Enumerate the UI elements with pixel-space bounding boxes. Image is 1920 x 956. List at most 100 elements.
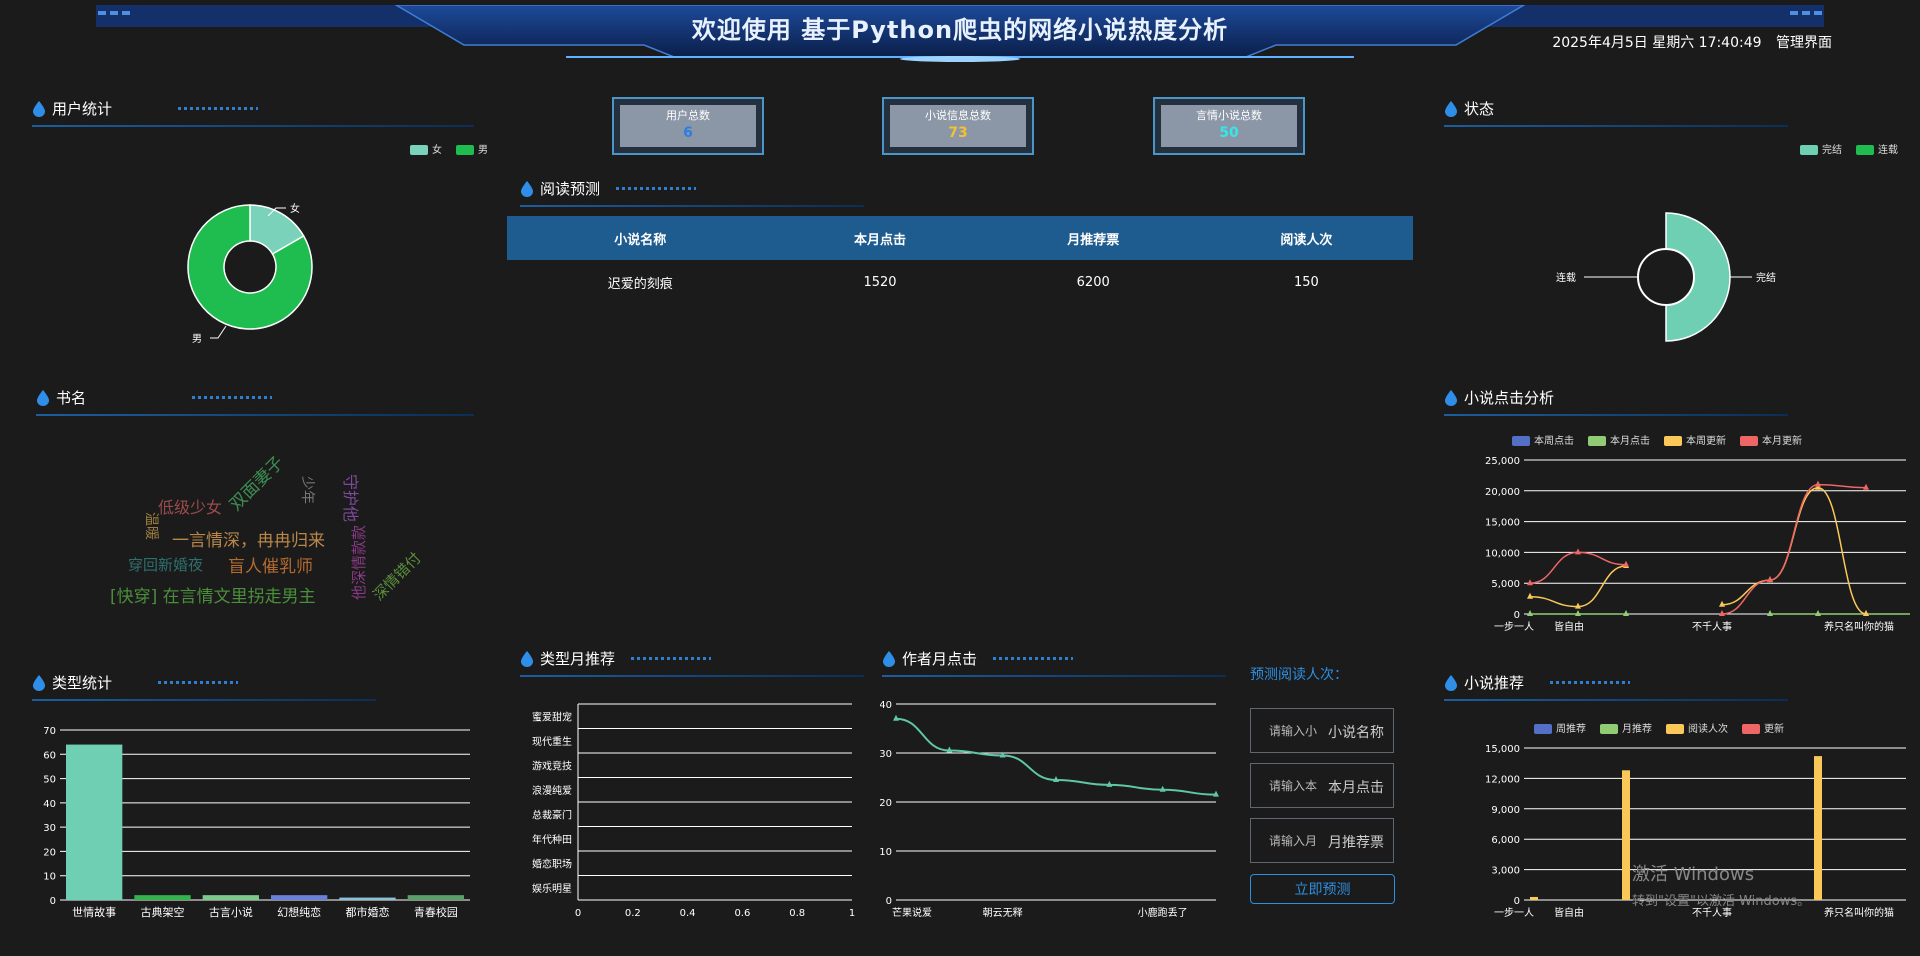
stat-value: 73 — [948, 125, 968, 141]
data-point — [1575, 548, 1581, 555]
legend-item-male[interactable]: 男 — [456, 141, 488, 156]
predict-form-label: 预测阅读人次： — [1250, 667, 1348, 683]
data-point — [1527, 579, 1533, 586]
y-tick-label: 0 — [1514, 896, 1520, 907]
legend-item-female[interactable]: 女 — [410, 141, 442, 156]
section-title: 类型统计 — [52, 674, 113, 692]
recommend-legend: 周推荐 月推荐 阅读人次 更新 — [1534, 720, 1784, 735]
bar — [1622, 770, 1630, 900]
x-tick-label: 朝云无释 — [983, 906, 1023, 919]
stat-label: 言情小说总数 — [1196, 109, 1262, 122]
y-tick-label: 9,000 — [1491, 805, 1520, 816]
drop-icon — [33, 100, 45, 117]
legend-item[interactable]: 本月更新 — [1740, 432, 1802, 447]
type-stats-chart: 0 10 20 30 40 50 60 70 世情故事 古典架空 古言小说 幻想纯恋 都市婚恋 青春校园 — [43, 726, 470, 919]
y-tick-label: 年代种田 — [532, 833, 572, 846]
x-tick-label: 皆自由 — [1554, 906, 1584, 919]
admin-link[interactable]: 管理界面 — [1776, 35, 1832, 51]
y-tick-label: 现代重生 — [532, 735, 572, 748]
y-tick-label: 50 — [43, 775, 56, 786]
legend-item[interactable]: 本周点击 — [1512, 432, 1574, 447]
x-tick-label: 0.4 — [680, 908, 696, 919]
y-tick-label: 总裁豪门 — [532, 808, 572, 821]
click-legend: 本周点击 本月点击 本周更新 本月更新 — [1512, 432, 1802, 447]
stat-label: 小说信息总数 — [925, 109, 991, 122]
dashboard-page: 欢迎使用 基于Python爬虫的网络小说热度分析 2025年4月5日 星期六 1… — [0, 0, 1920, 956]
y-tick-label: 30 — [880, 749, 892, 760]
y-tick-label: 20 — [43, 847, 56, 858]
x-tick-label: 0.8 — [789, 908, 805, 919]
x-tick-label: 一步一人 — [1494, 907, 1534, 919]
predict-table: 小说名称 本月点击 月推荐票 阅读人次 迟爱的刻痕 1520 6200 150 — [507, 216, 1413, 304]
data-point — [1575, 610, 1581, 616]
bar — [407, 895, 464, 900]
data-point — [1815, 480, 1821, 487]
table-cell: 6200 — [1076, 274, 1110, 290]
table-header: 小说名称 — [507, 216, 774, 260]
legend-item[interactable]: 本月点击 — [1588, 432, 1650, 447]
predict-button[interactable]: 立即预测 — [1250, 874, 1395, 904]
word-cloud-item: 少年 — [299, 476, 315, 504]
stat-box-users: 用户总数 6 — [612, 97, 764, 155]
y-tick-label: 0 — [1514, 610, 1520, 621]
table-row: 迟爱的刻痕 1520 6200 150 — [507, 260, 1413, 304]
y-tick-label: 15,000 — [1485, 744, 1520, 755]
data-point — [1527, 592, 1533, 599]
legend-item[interactable]: 周推荐 — [1534, 720, 1586, 735]
stat-value: 50 — [1219, 125, 1239, 141]
legend-item[interactable]: 更新 — [1742, 720, 1784, 735]
x-tick-label: 小鹿跑丢了 — [1138, 906, 1188, 919]
y-tick-label: 40 — [880, 700, 892, 711]
x-tick-label: 古典架空 — [141, 905, 185, 919]
y-tick-label: 5,000 — [1491, 579, 1520, 590]
legend-item-finished[interactable]: 完结 — [1800, 141, 1842, 156]
user-donut-chart: 女男 — [187, 202, 313, 345]
section-type-stats: 类型统计 — [32, 672, 376, 701]
y-tick-label: 60 — [43, 750, 56, 761]
novel-name-input-value: 小说名称 — [1328, 725, 1384, 741]
book-name-word-cloud: 低级少女 双面妻子 少年 守护他 温暖 一言情深，冉冉归来 穿回新婚夜 盲人催乳… — [100, 453, 460, 630]
datetime-text: 2025年4月5日 星期六 17:40:49 — [1552, 35, 1762, 51]
x-tick-label: 青春校园 — [414, 905, 458, 919]
y-tick-label: 3,000 — [1491, 866, 1520, 877]
y-tick-label: 12,000 — [1485, 774, 1520, 785]
legend-item[interactable]: 阅读人次 — [1666, 720, 1728, 735]
stat-box-novels: 小说信息总数 73 — [882, 97, 1034, 155]
y-tick-label: 40 — [43, 799, 56, 810]
x-tick-label: 芒果说爱 — [892, 906, 932, 919]
data-point — [1815, 610, 1821, 616]
word-cloud-item: 盲人催乳师 — [228, 557, 313, 577]
x-tick-label: 0.6 — [734, 908, 750, 919]
slice-label: 连载 — [1556, 271, 1576, 284]
x-tick-label: 0.2 — [625, 908, 641, 919]
x-tick-label: 不千人事 — [1692, 620, 1732, 633]
series-line — [895, 717, 1217, 796]
x-tick-label: 古言小说 — [209, 905, 253, 919]
series-line — [1721, 486, 1867, 615]
bar — [134, 895, 191, 900]
section-status: 状态 — [1444, 98, 1788, 127]
y-tick-label: 10,000 — [1485, 548, 1520, 559]
y-tick-label: 15,000 — [1485, 518, 1520, 529]
y-tick-label: 浪漫纯爱 — [532, 784, 572, 797]
data-point — [1575, 602, 1581, 609]
bar — [1530, 896, 1538, 900]
status-donut-chart: 完结 连载 — [1556, 212, 1776, 342]
click-analysis-chart: 0 5,000 10,000 15,000 20,000 25,000 一步一人 皆自由 不千人… — [1485, 456, 1910, 633]
table-cell: 迟爱的刻痕 — [607, 276, 673, 292]
legend-item-serial[interactable]: 连载 — [1856, 141, 1898, 156]
x-tick-label: 世情故事 — [72, 905, 116, 919]
data-point — [893, 714, 899, 721]
y-tick-label: 蜜爱甜宠 — [532, 710, 572, 723]
x-tick-label: 0 — [575, 908, 581, 919]
stat-label: 用户总数 — [666, 109, 710, 122]
y-tick-label: 0 — [886, 896, 892, 907]
legend-item[interactable]: 本周更新 — [1664, 432, 1726, 447]
table-cell: 150 — [1293, 274, 1319, 290]
table-header: 阅读人次 — [1199, 216, 1413, 260]
table-cell: 1520 — [863, 274, 897, 290]
donut-hole — [1637, 248, 1695, 306]
user-legend: 女 男 — [410, 141, 488, 156]
word-cloud-item: 穿回新婚夜 — [128, 556, 204, 574]
legend-item[interactable]: 月推荐 — [1600, 720, 1652, 735]
